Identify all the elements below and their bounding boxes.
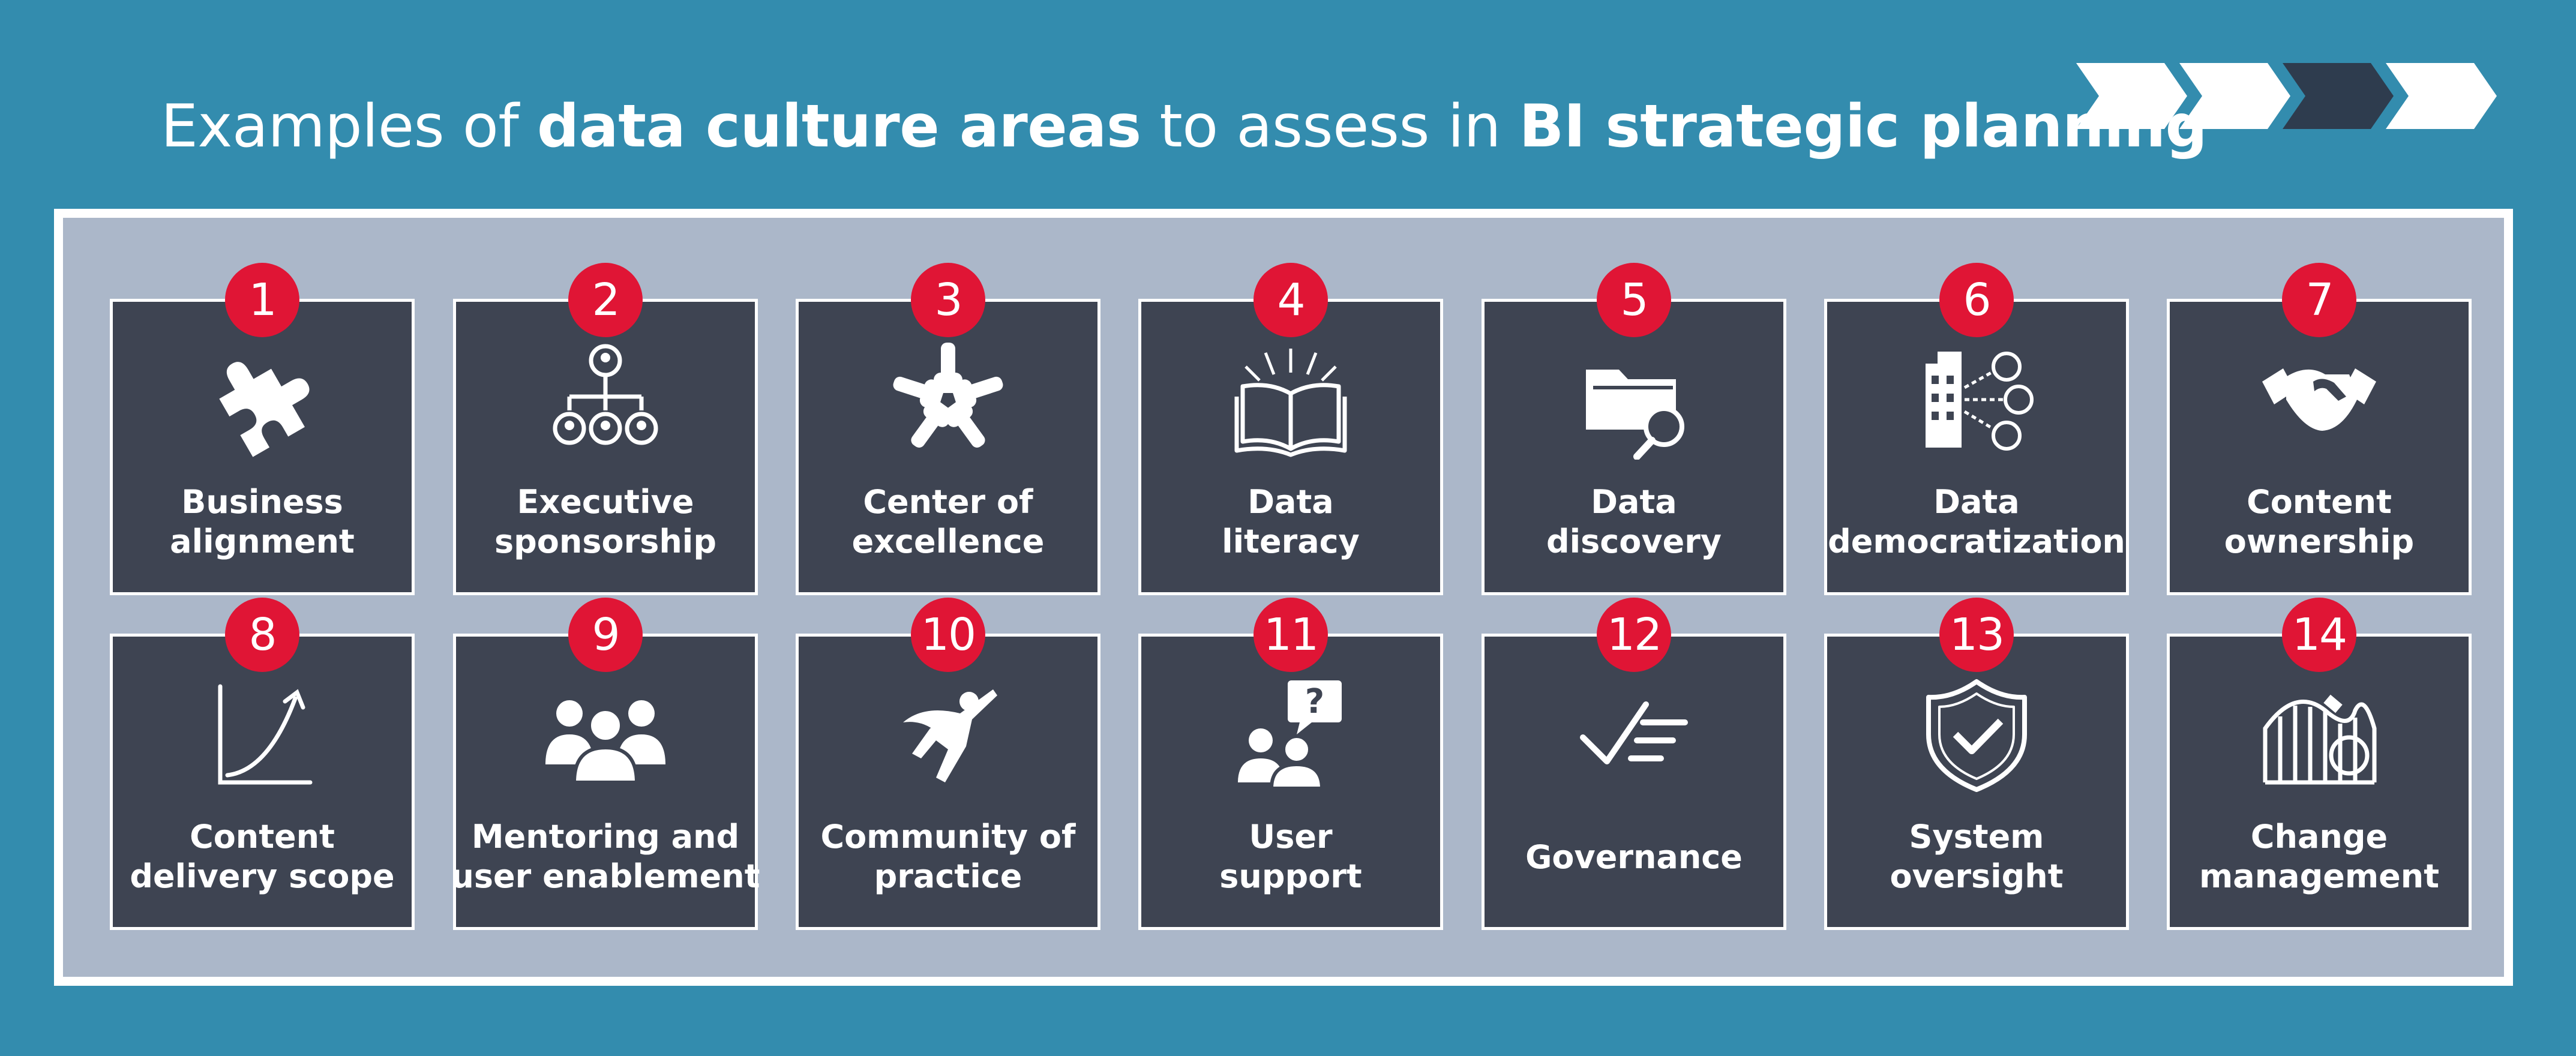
area-label-line1: Community of bbox=[820, 818, 1076, 856]
area-label-line2: user enablement bbox=[451, 857, 760, 895]
area-number-badge: 9 bbox=[568, 598, 643, 672]
superhero-icon bbox=[888, 674, 1008, 794]
area-label-line2: practice bbox=[874, 857, 1022, 895]
area-label: Data discovery bbox=[1466, 482, 1802, 562]
area-label-line1: Center of bbox=[863, 483, 1033, 521]
hands-together-icon bbox=[888, 340, 1008, 460]
area-label-line1: Data bbox=[1933, 483, 2020, 521]
area-number-badge: 10 bbox=[911, 598, 985, 672]
chevron-step-3 bbox=[2283, 63, 2394, 129]
area-number-badge: 13 bbox=[1939, 598, 2014, 672]
area-label-line1: Mentoring and bbox=[471, 818, 740, 856]
area-label-line2: excellence bbox=[851, 523, 1045, 560]
area-number-badge: 4 bbox=[1253, 263, 1328, 337]
progress-chevrons bbox=[2076, 63, 2497, 129]
page-title: Examples of data culture areas to assess… bbox=[161, 92, 2208, 161]
area-number-badge: 8 bbox=[225, 598, 299, 672]
area-label-line2: management bbox=[2199, 857, 2440, 895]
area-label: Data literacy bbox=[1123, 482, 1459, 562]
area-label-line1: Business bbox=[181, 483, 343, 521]
area-label: Community of practice bbox=[780, 817, 1116, 896]
area-number-badge: 6 bbox=[1939, 263, 2014, 337]
area-label-line1: Content bbox=[190, 818, 335, 856]
area-label-line2: sponsorship bbox=[494, 523, 716, 560]
svg-text:?: ? bbox=[1305, 682, 1324, 721]
puzzle-piece-icon bbox=[202, 340, 322, 460]
checklist-icon bbox=[1574, 674, 1694, 794]
area-label: Content ownership bbox=[2151, 482, 2487, 562]
area-label-line1: Data bbox=[1591, 483, 1677, 521]
area-label-line2: discovery bbox=[1546, 523, 1722, 560]
area-label: Executive sponsorship bbox=[437, 482, 773, 562]
area-label-line1: User bbox=[1249, 818, 1333, 856]
chevron-step-4 bbox=[2386, 63, 2497, 129]
org-chart-icon bbox=[545, 340, 665, 460]
area-label-line2: support bbox=[1219, 857, 1362, 895]
area-label-line1: Data bbox=[1247, 483, 1334, 521]
area-label: Business alignment bbox=[94, 482, 430, 562]
area-label: Mentoring and user enablement bbox=[437, 817, 773, 896]
area-label: Governance bbox=[1466, 838, 1802, 877]
area-number-badge: 7 bbox=[2282, 263, 2356, 337]
area-label-line2: delivery scope bbox=[130, 857, 395, 895]
area-number-badge: 14 bbox=[2282, 598, 2356, 672]
area-number-badge: 1 bbox=[225, 263, 299, 337]
area-label: User support bbox=[1123, 817, 1459, 896]
area-label: System oversight bbox=[1809, 817, 2145, 896]
area-label: Content delivery scope bbox=[94, 817, 430, 896]
area-number-badge: 3 bbox=[911, 263, 985, 337]
area-label-line1: System bbox=[1909, 818, 2044, 856]
area-number-badge: 12 bbox=[1597, 598, 1671, 672]
area-label: Data democratization bbox=[1809, 482, 2145, 562]
area-number-badge: 2 bbox=[568, 263, 643, 337]
people-group-icon bbox=[545, 674, 665, 794]
roller-coaster-icon bbox=[2259, 674, 2379, 794]
area-label-line2: democratization bbox=[1828, 523, 2125, 560]
shield-check-icon bbox=[1917, 674, 2037, 794]
growth-curve-icon bbox=[202, 674, 322, 794]
building-people-icon bbox=[1917, 340, 2037, 460]
area-label-line1: Governance bbox=[1525, 838, 1743, 876]
area-label-line1: Executive bbox=[517, 483, 694, 521]
area-number-badge: 11 bbox=[1253, 598, 1328, 672]
area-label-line2: oversight bbox=[1890, 857, 2064, 895]
folder-search-icon bbox=[1574, 340, 1694, 460]
open-book-icon bbox=[1231, 340, 1351, 460]
area-label: Change management bbox=[2151, 817, 2487, 896]
area-label-line1: Content bbox=[2247, 483, 2392, 521]
area-label-line2: ownership bbox=[2224, 523, 2415, 560]
question-people-icon: ? bbox=[1231, 674, 1351, 794]
chevron-step-1 bbox=[2076, 63, 2187, 129]
handshake-icon bbox=[2259, 340, 2379, 460]
area-number-badge: 5 bbox=[1597, 263, 1671, 337]
area-label-line2: literacy bbox=[1222, 523, 1360, 560]
chevron-step-2 bbox=[2179, 63, 2290, 129]
area-label-line1: Change bbox=[2250, 818, 2388, 856]
area-label: Center of excellence bbox=[780, 482, 1116, 562]
area-label-line2: alignment bbox=[170, 523, 355, 560]
